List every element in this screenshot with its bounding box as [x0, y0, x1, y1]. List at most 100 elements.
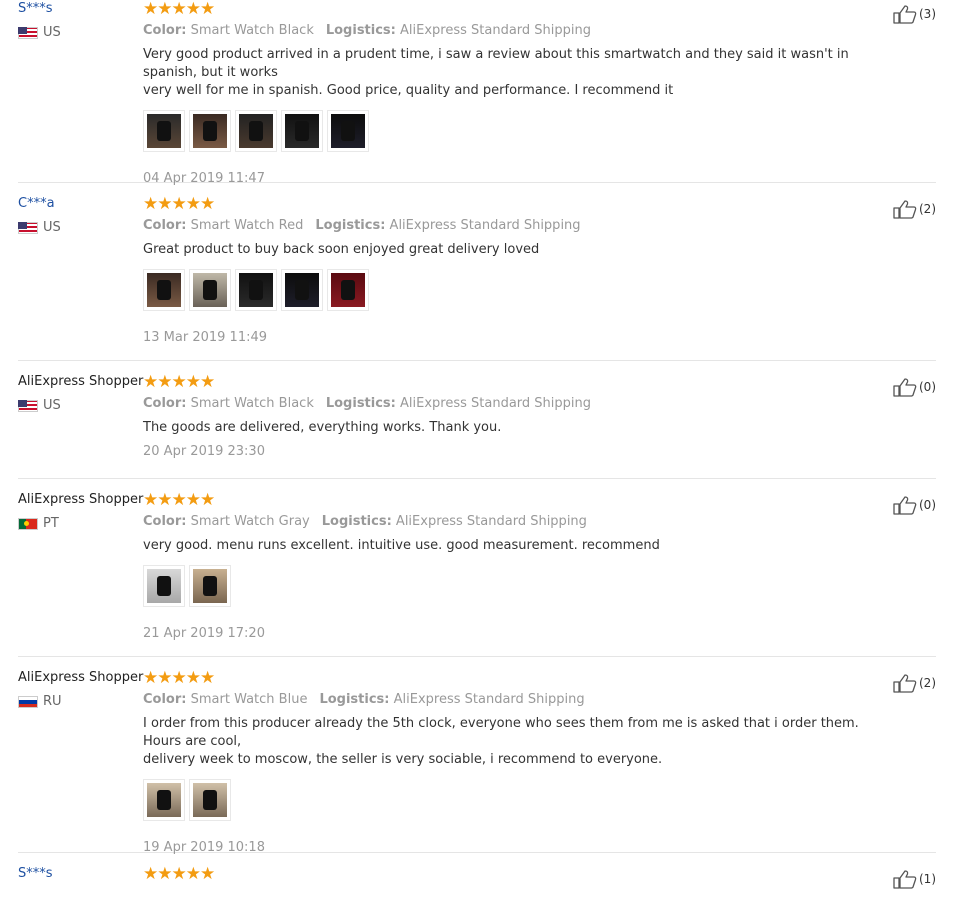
order-info: Color: Smart Watch Red Logistics: AliExpr…: [143, 217, 883, 235]
review-photo-thumbnail[interactable]: [143, 779, 185, 821]
helpful-button[interactable]: (3): [893, 4, 936, 24]
color-label: Color:: [143, 692, 187, 707]
review-text-line: Great product to buy back soon enjoyed g…: [143, 242, 540, 257]
color-value: Smart Watch Gray: [190, 514, 310, 529]
review-photo-thumbnail[interactable]: [327, 269, 369, 311]
flag-us-icon: [18, 26, 38, 39]
review-photo-thumbnail[interactable]: [189, 110, 231, 152]
review-date: 21 Apr 2019 17:20: [143, 626, 265, 641]
review-text-line: I order from this producer already the 5…: [143, 716, 859, 749]
review-item: S***s US ★★★★★ Color: Smart Watch Black Logi…: [18, 0, 936, 186]
watch-shape: [340, 121, 356, 141]
buyer-country: US: [18, 220, 143, 235]
helpful-count: (2): [919, 676, 936, 690]
order-info: Color: Smart Watch Blue Logistics: AliExp…: [143, 691, 883, 709]
review-photo-thumbnail[interactable]: [235, 269, 277, 311]
buyer-info: S***s US: [18, 0, 143, 40]
watch-shape: [156, 576, 172, 596]
watch-shape: [156, 790, 172, 810]
review-item: AliExpress Shopper RU ★★★★★ Color: Smart Wa…: [18, 669, 936, 855]
watch-shape: [156, 121, 172, 141]
review-text: Great product to buy back soon enjoyed g…: [143, 241, 883, 259]
review-photo-thumbnail[interactable]: [281, 269, 323, 311]
helpful-button[interactable]: (2): [893, 673, 936, 693]
logistics-value: AliExpress Standard Shipping: [389, 218, 581, 233]
review-text: I order from this producer already the 5…: [143, 715, 883, 769]
country-code: US: [43, 25, 61, 40]
helpful-button[interactable]: (1): [893, 869, 936, 889]
country-code: PT: [43, 516, 59, 531]
star-rating: ★★★★★: [143, 864, 215, 884]
review-text: Very good product arrived in a prudent t…: [143, 46, 883, 100]
review-item: AliExpress Shopper PT ★★★★★ Color: Smart Wa…: [18, 491, 936, 657]
buyer-info: AliExpress Shopper PT: [18, 491, 143, 531]
review-photo-thumbnail[interactable]: [189, 779, 231, 821]
order-info: Color: Smart Watch Black Logistics: AliEx…: [143, 22, 883, 40]
helpful-count: (2): [919, 202, 936, 216]
review-photos: [143, 779, 883, 821]
review-date: 20 Apr 2019 23:30: [143, 444, 265, 459]
photo-image: [331, 114, 365, 148]
color-label: Color:: [143, 514, 187, 529]
review-photo-thumbnail[interactable]: [327, 110, 369, 152]
helpful-button[interactable]: (0): [893, 495, 936, 515]
flag-us-icon: [18, 221, 38, 234]
thumbs-up-icon: [893, 496, 917, 515]
thumbs-up-icon: [893, 674, 917, 693]
buyer-name[interactable]: C***a: [18, 195, 143, 213]
review-photo-thumbnail[interactable]: [189, 565, 231, 607]
photo-image: [285, 114, 319, 148]
review-text-line: Very good product arrived in a prudent t…: [143, 47, 849, 80]
review-photo-thumbnail[interactable]: [143, 110, 185, 152]
review-item: C***a US ★★★★★ Color: Smart Watch Red Logist…: [18, 195, 936, 361]
watch-shape: [248, 280, 264, 300]
thumbs-up-icon: [893, 870, 917, 889]
color-value: Smart Watch Red: [190, 218, 304, 233]
photo-image: [147, 114, 181, 148]
review-item: S***s ★★★★★ (1): [18, 865, 936, 905]
review-content: ★★★★★ Color: Smart Watch Black Logistics: …: [143, 0, 883, 188]
review-photo-thumbnail[interactable]: [281, 110, 323, 152]
review-photos: [143, 269, 883, 311]
photo-image: [285, 273, 319, 307]
buyer-name[interactable]: S***s: [18, 0, 143, 18]
review-photo-thumbnail[interactable]: [235, 110, 277, 152]
helpful-button[interactable]: (2): [893, 199, 936, 219]
review-text-line: delivery week to moscow, the seller is v…: [143, 752, 663, 767]
buyer-info: AliExpress Shopper RU: [18, 669, 143, 709]
color-label: Color:: [143, 23, 187, 38]
helpful-button[interactable]: (0): [893, 377, 936, 397]
watch-shape: [156, 280, 172, 300]
color-label: Color:: [143, 396, 187, 411]
photo-image: [193, 569, 227, 603]
review-date: 19 Apr 2019 10:18: [143, 840, 265, 855]
buyer-country: PT: [18, 516, 143, 531]
watch-shape: [202, 576, 218, 596]
color-value: Smart Watch Blue: [190, 692, 308, 707]
country-code: US: [43, 220, 61, 235]
logistics-value: AliExpress Standard Shipping: [393, 692, 585, 707]
review-photos: [143, 110, 883, 152]
helpful-count: (0): [919, 498, 936, 512]
thumbs-up-icon: [893, 200, 917, 219]
logistics-value: AliExpress Standard Shipping: [400, 396, 592, 411]
order-info: Color: Smart Watch Gray Logistics: AliExp…: [143, 513, 883, 531]
flag-ru-icon: [18, 695, 38, 708]
buyer-info: S***s: [18, 865, 143, 883]
star-rating: ★★★★★: [143, 372, 215, 392]
review-text-line: very well for me in spanish. Good price,…: [143, 83, 674, 98]
country-code: RU: [43, 694, 62, 709]
review-content: ★★★★★ Color: Smart Watch Gray Logistics: A…: [143, 491, 883, 643]
buyer-country: US: [18, 25, 143, 40]
helpful-count: (1): [919, 872, 936, 886]
review-photo-thumbnail[interactable]: [143, 565, 185, 607]
review-text-line: very good. menu runs excellent. intuitiv…: [143, 538, 660, 553]
buyer-name[interactable]: S***s: [18, 865, 143, 883]
thumbs-up-icon: [893, 5, 917, 24]
color-value: Smart Watch Black: [190, 23, 314, 38]
buyer-name: AliExpress Shopper: [18, 670, 144, 685]
review-photo-thumbnail[interactable]: [143, 269, 185, 311]
star-rating: ★★★★★: [143, 194, 215, 214]
review-photo-thumbnail[interactable]: [189, 269, 231, 311]
photo-image: [193, 114, 227, 148]
